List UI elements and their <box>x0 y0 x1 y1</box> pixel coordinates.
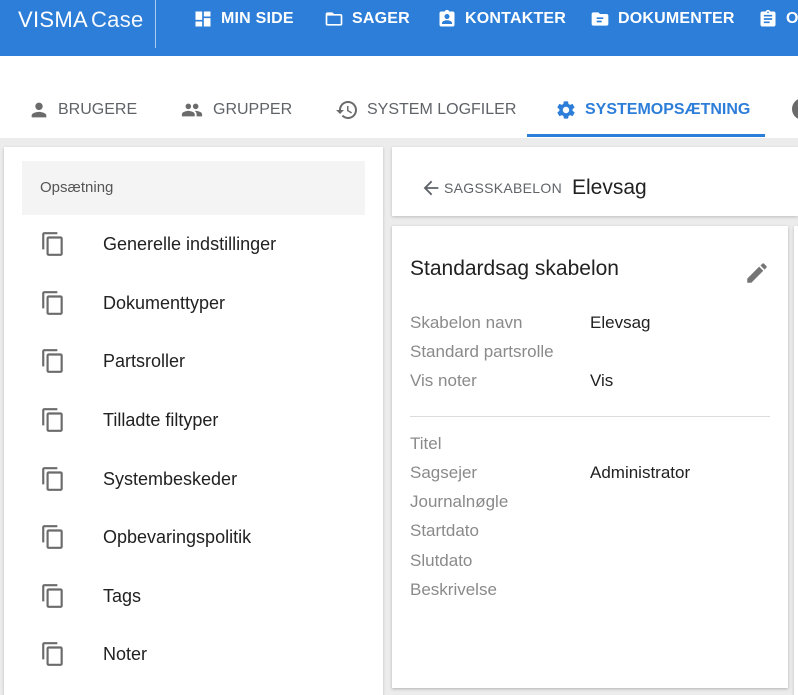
edit-button[interactable] <box>744 260 770 286</box>
nav-o-label: O <box>786 10 798 27</box>
tab-grupper[interactable]: GRUPPER <box>179 82 292 138</box>
template-header-card: SAGSSKABELON Elevsag <box>392 147 798 216</box>
sidebar-item-systembeskeder[interactable]: Systembeskeder <box>4 450 383 508</box>
history-icon <box>336 101 357 119</box>
field-label: Titel <box>410 434 442 453</box>
copy-icon <box>40 583 66 609</box>
sidebar-item-label: Opbevaringspolitik <box>103 526 252 547</box>
sidebar-item-tilladte-filtyper[interactable]: Tilladte filtyper <box>4 391 383 449</box>
topbar-divider <box>155 0 156 48</box>
sidebar-item-label: Tilladte filtyper <box>103 409 219 430</box>
tab-system-logfiler[interactable]: SYSTEM LOGFILER <box>335 82 516 138</box>
field-row-startdato: Startdato <box>410 521 770 550</box>
sidebar-item-tags[interactable]: Tags <box>4 567 383 625</box>
contact-card-icon <box>439 9 455 27</box>
document-folder-icon <box>591 12 609 26</box>
settings-sidebar: Opsætning Generelle indstillinger Dokume… <box>4 147 383 695</box>
copy-icon <box>40 466 66 492</box>
field-row-vis-noter: Vis noter Vis <box>410 371 770 400</box>
field-label: Sagsejer <box>410 463 478 482</box>
sidebar-item-label: Systembeskeder <box>103 468 238 489</box>
tab-systemopsaetning-label: SYSTEMOPSÆTNING <box>585 101 751 118</box>
sidebar-item-label: Tags <box>103 585 142 606</box>
copy-icon <box>40 407 66 433</box>
sidebar-item-label: Noter <box>103 643 148 664</box>
tab-systemopsaetning[interactable]: SYSTEMOPSÆTNING <box>555 82 750 138</box>
tab-system-logfiler-label: SYSTEM LOGFILER <box>367 101 517 118</box>
pencil-icon <box>747 263 767 283</box>
logo-brand: VISMA <box>18 7 88 32</box>
field-row-journalnoegle: Journalnøgle <box>410 492 770 521</box>
active-tab-indicator <box>527 134 765 137</box>
field-row-skabelon-navn: Skabelon navn Elevsag <box>410 313 770 342</box>
field-value: Administrator <box>590 463 691 482</box>
sidebar-header: Opsætning <box>22 161 365 215</box>
copy-icon <box>40 641 66 667</box>
field-label: Standard partsrolle <box>410 342 554 361</box>
admin-tabs: BRUGERE GRUPPER SYSTEM LOGFILER SYSTEMOP… <box>0 82 798 138</box>
tab-brugere[interactable]: BRUGERE <box>28 82 137 138</box>
clipboard-icon <box>760 9 776 27</box>
sidebar-item-label: Partsroller <box>103 350 186 371</box>
app-logo[interactable]: VISMA Case <box>18 7 144 33</box>
adjacent-card-edge <box>794 226 798 695</box>
field-row-titel: Titel <box>410 434 770 463</box>
field-label: Slutdato <box>410 551 473 570</box>
nav-min-side-label: MIN SIDE <box>221 10 294 27</box>
logo-product: Case <box>90 7 144 32</box>
page-title: Elevsag <box>572 176 647 199</box>
copy-icon <box>40 290 66 316</box>
nav-min-side[interactable]: MIN SIDE <box>193 8 294 30</box>
sidebar-item-dokumenttyper[interactable]: Dokumenttyper <box>4 274 383 332</box>
sidebar-item-generelle-indstillinger[interactable]: Generelle indstillinger <box>4 215 383 273</box>
field-row-sagsejer: Sagsejer Administrator <box>410 463 770 492</box>
dashboard-icon <box>195 11 211 27</box>
group-icon <box>181 103 203 117</box>
overflow-tab-icon[interactable] <box>792 98 798 120</box>
nav-kontakter-label: KONTAKTER <box>465 10 567 27</box>
arrow-back-icon <box>423 180 439 196</box>
field-row-beskrivelse: Beskrivelse <box>410 580 770 609</box>
back-to-sagsskabelon-link[interactable]: SAGSSKABELON <box>420 177 562 199</box>
folder-icon <box>325 12 343 26</box>
back-link-label: SAGSSKABELON <box>444 180 562 196</box>
field-label: Journalnøgle <box>410 492 509 511</box>
sidebar-item-label: Generelle indstillinger <box>103 233 277 254</box>
field-row-slutdato: Slutdato <box>410 551 770 580</box>
detail-card-title: Standardsag skabelon <box>410 257 619 280</box>
copy-icon <box>40 348 66 374</box>
person-icon <box>31 102 47 118</box>
sidebar-item-label: Dokumenttyper <box>103 292 226 313</box>
field-label: Beskrivelse <box>410 580 497 599</box>
field-value: Elevsag <box>590 313 651 332</box>
nav-kontakter[interactable]: KONTAKTER <box>437 8 566 30</box>
template-detail-card: Standardsag skabelon Skabelon navn Elevs… <box>392 226 788 688</box>
tab-grupper-label: GRUPPER <box>213 101 293 118</box>
copy-icon <box>40 231 66 257</box>
field-value: Vis <box>590 371 614 390</box>
gear-icon <box>557 101 575 119</box>
nav-o[interactable]: O <box>758 8 798 30</box>
nav-sager-label: SAGER <box>352 10 410 27</box>
sidebar-item-noter[interactable]: Noter <box>4 625 383 683</box>
field-row-standard-partsrolle: Standard partsrolle <box>410 342 770 371</box>
nav-dokumenter[interactable]: DOKUMENTER <box>590 8 735 30</box>
field-label: Skabelon navn <box>410 313 523 332</box>
tab-brugere-label: BRUGERE <box>58 101 138 118</box>
copy-icon <box>40 524 66 550</box>
nav-sager[interactable]: SAGER <box>324 8 410 30</box>
field-label: Vis noter <box>410 371 477 390</box>
section-divider <box>410 416 770 417</box>
sidebar-item-opbevaringspolitik[interactable]: Opbevaringspolitik <box>4 508 383 566</box>
field-label: Startdato <box>410 521 479 540</box>
sidebar-item-partsroller[interactable]: Partsroller <box>4 332 383 390</box>
nav-dokumenter-label: DOKUMENTER <box>618 10 735 27</box>
top-app-bar: VISMA Case MIN SIDE SAGER KONTAKTER DOKUM… <box>0 0 798 56</box>
